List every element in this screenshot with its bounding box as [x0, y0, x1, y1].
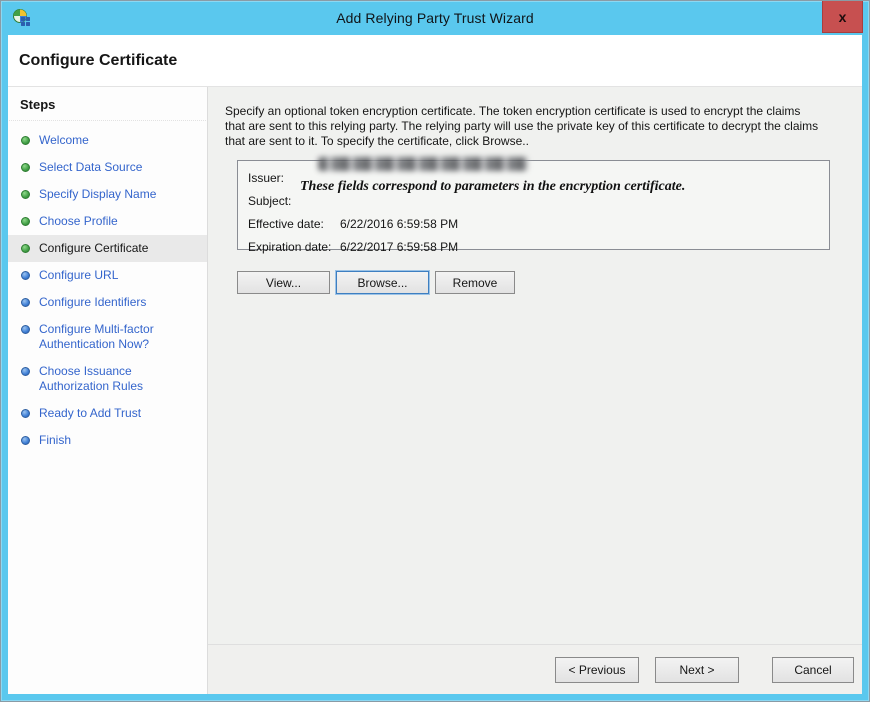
sidebar-item-welcome: Welcome: [8, 127, 207, 154]
close-icon: x: [839, 9, 847, 25]
main-panel: Specify an optional token encryption cer…: [208, 87, 862, 694]
step-label: Configure URL: [39, 268, 118, 283]
steps-list: Welcome Select Data Source Specify Displ…: [8, 121, 207, 454]
window-body: Configure Certificate Steps Welcome Sele…: [8, 35, 862, 694]
sidebar-item-specify-display-name: Specify Display Name: [8, 181, 207, 208]
sidebar-item-select-data-source: Select Data Source: [8, 154, 207, 181]
step-status-bullet-icon: [21, 244, 30, 253]
close-button[interactable]: x: [822, 1, 863, 33]
expiration-date-label: Expiration date:: [248, 240, 340, 254]
adfs-app-icon: [12, 8, 32, 28]
next-button[interactable]: Next >: [655, 657, 739, 683]
sidebar-item-choose-issuance-authorization-rules: Choose Issuance Authorization Rules: [8, 358, 207, 400]
window-title: Add Relying Party Trust Wizard: [8, 10, 862, 26]
certificate-details-box: These fields correspond to parameters in…: [237, 160, 830, 250]
sidebar-item-configure-certificate: Configure Certificate: [8, 235, 207, 262]
step-label: Specify Display Name: [39, 187, 156, 202]
steps-sidebar: Steps Welcome Select Data Source Specify…: [8, 87, 208, 694]
step-status-bullet-icon: [21, 367, 30, 376]
step-status-bullet-icon: [21, 298, 30, 307]
sidebar-item-choose-profile: Choose Profile: [8, 208, 207, 235]
step-label: Select Data Source: [39, 160, 142, 175]
step-label: Welcome: [39, 133, 89, 148]
remove-button[interactable]: Remove: [435, 271, 515, 294]
certificate-actions: View... Browse... Remove: [237, 271, 838, 294]
wizard-window: Add Relying Party Trust Wizard x Configu…: [0, 0, 870, 702]
steps-heading: Steps: [9, 94, 206, 121]
step-status-bullet-icon: [21, 136, 30, 145]
step-label: Choose Issuance Authorization Rules: [39, 364, 199, 394]
sidebar-item-configure-identifiers: Configure Identifiers: [8, 289, 207, 316]
step-status-bullet-icon: [21, 409, 30, 418]
previous-button[interactable]: < Previous: [555, 657, 639, 683]
step-status-bullet-icon: [21, 271, 30, 280]
step-label: Configure Certificate: [39, 241, 148, 256]
step-status-bullet-icon: [21, 325, 30, 334]
page-header: Configure Certificate: [8, 35, 862, 87]
effective-date-row: Effective date: 6/22/2016 6:59:58 PM: [248, 212, 829, 235]
step-label: Configure Multi-factor Authentication No…: [39, 322, 199, 352]
effective-date-label: Effective date:: [248, 217, 340, 231]
step-status-bullet-icon: [21, 190, 30, 199]
annotation-note: These fields correspond to parameters in…: [300, 178, 820, 196]
sidebar-item-configure-multi-factor-authentication-now: Configure Multi-factor Authentication No…: [8, 316, 207, 358]
view-button[interactable]: View...: [237, 271, 330, 294]
browse-button[interactable]: Browse...: [336, 271, 429, 294]
titlebar: Add Relying Party Trust Wizard x: [8, 1, 862, 35]
expiration-date-row: Expiration date: 6/22/2017 6:59:58 PM: [248, 235, 829, 258]
sidebar-item-ready-to-add-trust: Ready to Add Trust: [8, 400, 207, 427]
effective-date-value: 6/22/2016 6:59:58 PM: [340, 217, 458, 231]
cancel-button[interactable]: Cancel: [772, 657, 854, 683]
step-status-bullet-icon: [21, 163, 30, 172]
page-description: Specify an optional token encryption cer…: [225, 104, 821, 149]
step-status-bullet-icon: [21, 217, 30, 226]
sidebar-item-finish: Finish: [8, 427, 207, 454]
step-label: Configure Identifiers: [39, 295, 146, 310]
step-status-bullet-icon: [21, 436, 30, 445]
issuer-value-redacted: [318, 157, 528, 171]
page-title: Configure Certificate: [19, 52, 177, 70]
wizard-footer: < Previous Next > Cancel: [208, 644, 862, 694]
sidebar-item-configure-url: Configure URL: [8, 262, 207, 289]
expiration-date-value: 6/22/2017 6:59:58 PM: [340, 240, 458, 254]
step-label: Ready to Add Trust: [39, 406, 141, 421]
step-label: Finish: [39, 433, 71, 448]
step-label: Choose Profile: [39, 214, 118, 229]
